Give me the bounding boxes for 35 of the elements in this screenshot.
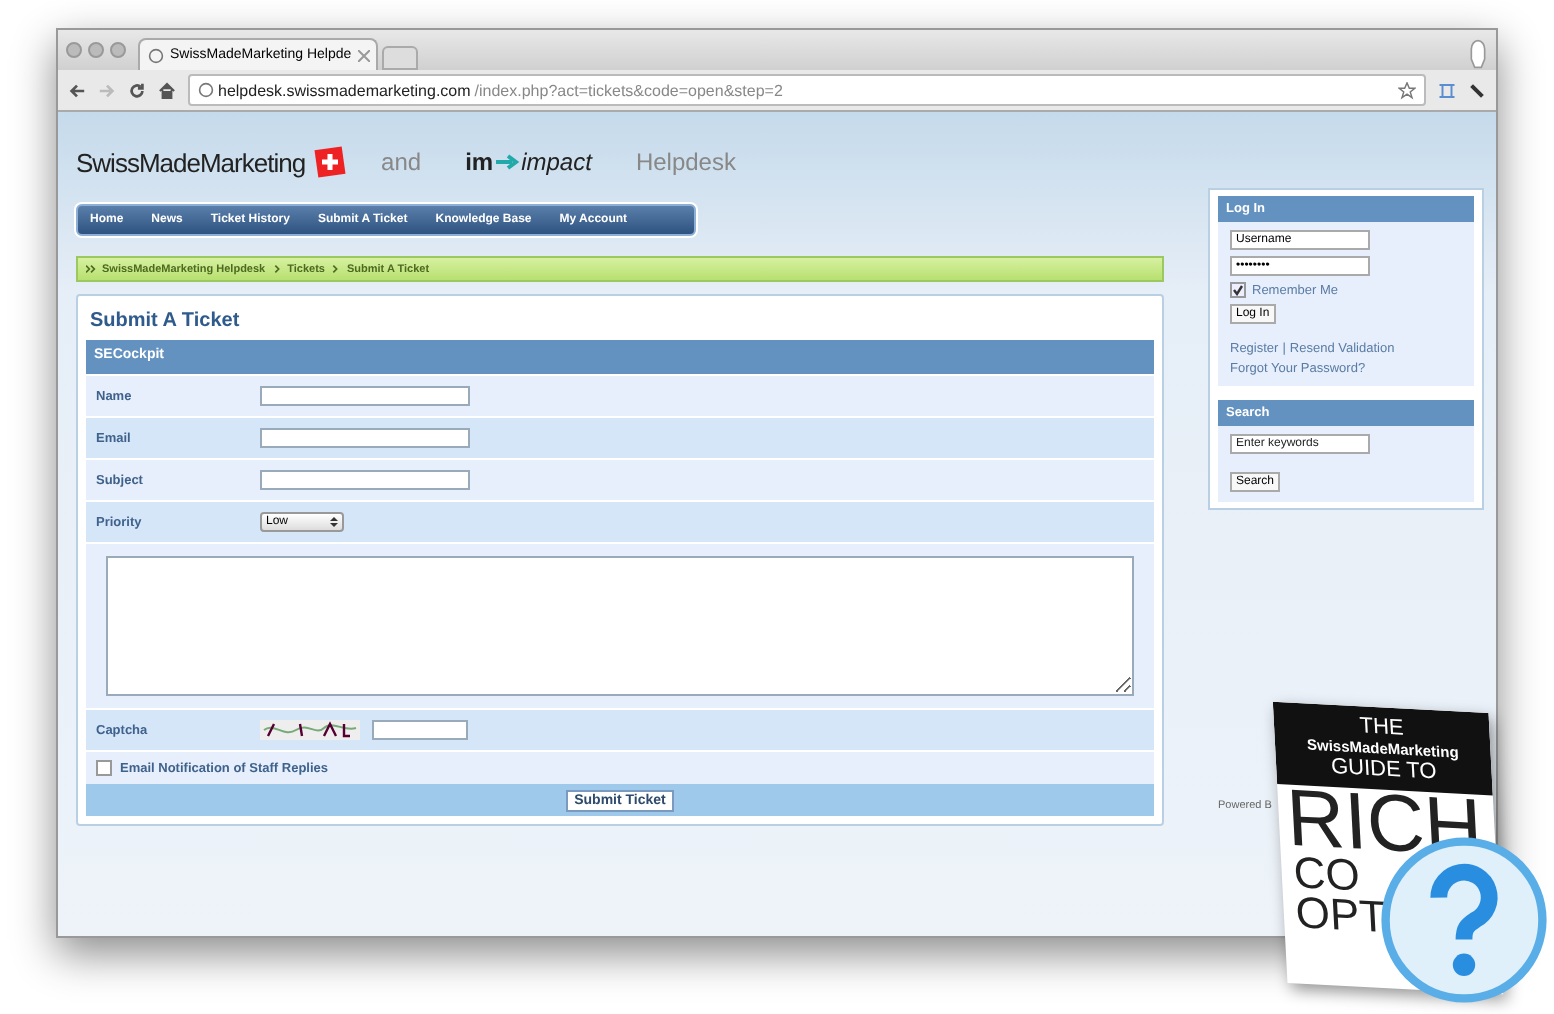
reload-icon[interactable] [128,81,146,99]
globe-icon [148,47,164,63]
and-text: and [381,148,422,176]
page-capture-icon[interactable] [1438,81,1456,99]
text-field[interactable] [260,386,470,406]
minimize-icon[interactable] [88,42,104,58]
form-title: Submit A Ticket [88,308,242,336]
product-title: Helpdesk [635,148,736,176]
chevron-icon [271,264,282,274]
new-tab-button[interactable] [382,46,418,70]
checkbox[interactable] [1230,282,1246,298]
brand-logo: SwissMadeMarketing [76,147,306,177]
address-field[interactable]: helpdesk.swissmademarketing.com /index.php?act=tickets&code=open&step=2 [188,74,1426,106]
chevron-icon [86,264,96,274]
forward-icon[interactable] [98,81,116,99]
updown-arrows-icon [330,516,338,528]
message-textarea[interactable] [106,556,1134,696]
swiss-flag-icon [313,146,346,178]
back-icon[interactable] [68,81,86,99]
chevron-icon [330,264,341,274]
checkbox[interactable] [96,760,112,776]
close-tab-icon[interactable] [357,49,370,61]
globe-icon [198,82,214,98]
captcha-drawing [260,720,360,740]
close-icon[interactable] [66,42,82,58]
captcha-field[interactable] [372,720,468,740]
book-text: GUIDE TO [1330,754,1438,788]
book-title: OPT [1292,892,1390,945]
zoom-icon[interactable] [110,42,126,58]
star-icon[interactable] [1398,81,1416,99]
home-icon[interactable] [158,81,176,99]
text-field[interactable] [260,470,470,490]
text-field[interactable] [260,428,470,448]
book-text: THE [1359,712,1405,741]
partner-logo: im impact [465,148,592,176]
